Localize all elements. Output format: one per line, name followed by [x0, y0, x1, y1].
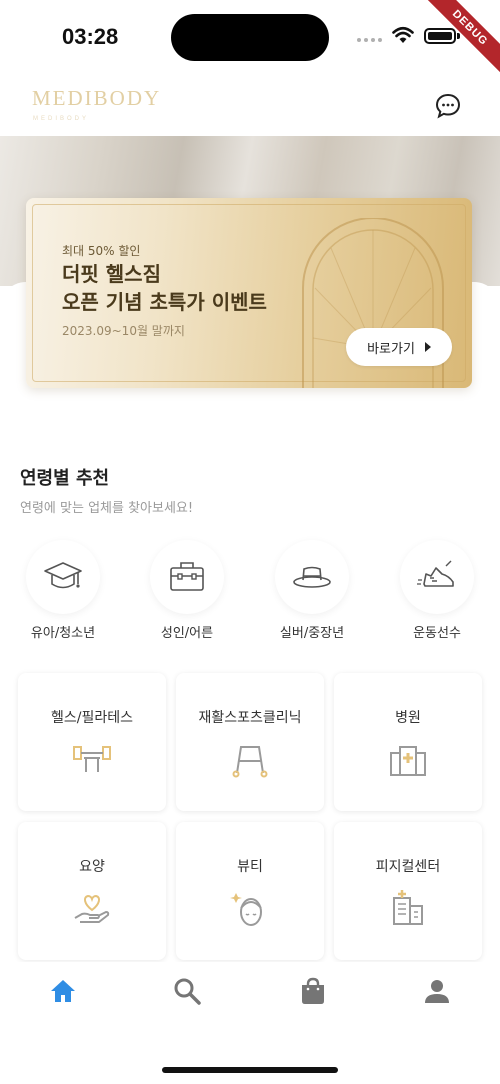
graduation-cap-icon	[44, 562, 82, 589]
service-card-rehab[interactable]: 재활스포츠클리닉	[176, 673, 324, 811]
service-card-label: 재활스포츠클리닉	[198, 710, 302, 726]
bottom-navigation	[0, 962, 500, 1024]
age-icon-circle	[400, 540, 474, 614]
promo-title: 더핏 헬스짐 오픈 기념 초특가 이벤트	[62, 260, 267, 316]
debug-label: DEBUG	[420, 0, 500, 78]
home-icon[interactable]	[48, 976, 78, 1006]
search-icon[interactable]	[172, 976, 202, 1006]
shopping-bag-icon[interactable]	[298, 976, 328, 1006]
service-card-fitness[interactable]: 헬스/필라테스	[18, 673, 166, 811]
status-bar: 03:28 DEBUG	[0, 0, 500, 78]
heart-hand-icon	[74, 894, 110, 923]
brand-logo-subtext: MEDIBODY	[33, 116, 90, 122]
promo-date: 2023.09~10월 말까지	[62, 324, 185, 338]
service-card-physical[interactable]: 피지컬센터	[334, 822, 482, 960]
age-icon-circle	[150, 540, 224, 614]
age-icon-circle	[275, 540, 349, 614]
running-shoe-icon	[417, 560, 454, 587]
cellular-signal-icon	[357, 38, 382, 42]
hat-icon	[293, 566, 331, 588]
age-item-senior[interactable]: 실버/중장년	[262, 540, 362, 641]
play-arrow-icon	[424, 342, 431, 352]
age-category-row: 유아/청소년 성인/어른 실버/중장년 운동선수	[0, 540, 500, 641]
promo-title-line2: 오픈 기념 초특가 이벤트	[62, 290, 267, 314]
dynamic-island	[171, 14, 329, 61]
age-icon-circle	[26, 540, 100, 614]
section-subtitle: 연령에 맞는 업체를 찾아보세요!	[20, 501, 194, 516]
age-item-label: 운동선수	[413, 626, 461, 641]
face-towel-icon	[230, 893, 262, 926]
home-indicator[interactable]	[162, 1067, 338, 1073]
app-header: MEDIBODY MEDIBODY	[0, 78, 500, 134]
service-card-beauty[interactable]: 뷰티	[176, 822, 324, 960]
briefcase-icon	[170, 562, 204, 591]
chat-icon[interactable]	[434, 92, 462, 120]
age-item-youth[interactable]: 유아/청소년	[13, 540, 113, 641]
age-item-athlete[interactable]: 운동선수	[387, 540, 487, 641]
service-card-label: 피지컬센터	[375, 859, 441, 875]
age-item-label: 유아/청소년	[30, 626, 96, 641]
service-card-label: 뷰티	[237, 859, 263, 875]
promo-title-line1: 더핏 헬스짐	[62, 262, 161, 286]
building-icon	[393, 890, 423, 925]
dumbbell-bench-icon	[73, 746, 111, 772]
promo-eyebrow: 최대 50% 할인	[62, 244, 141, 258]
age-item-adult[interactable]: 성인/어른	[137, 540, 237, 641]
brand-logo[interactable]: MEDIBODY	[32, 86, 161, 111]
service-card-label: 병원	[395, 710, 421, 726]
promo-go-button-label: 바로가기	[367, 341, 415, 357]
promo-banner[interactable]: 최대 50% 할인 더핏 헬스짐 오픈 기념 초특가 이벤트 2023.09~1…	[26, 198, 472, 388]
status-time: 03:28	[62, 24, 119, 49]
service-card-hospital[interactable]: 병원	[334, 673, 482, 811]
age-item-label: 성인/어른	[160, 626, 214, 641]
hospital-icon	[390, 746, 426, 776]
person-icon[interactable]	[422, 976, 452, 1006]
service-card-label: 헬스/필라테스	[51, 710, 133, 726]
promo-go-button[interactable]: 바로가기	[346, 328, 452, 366]
service-card-label: 요양	[79, 859, 105, 875]
service-card-care[interactable]: 요양	[18, 822, 166, 960]
age-item-label: 실버/중장년	[279, 626, 345, 641]
walker-icon	[232, 746, 268, 778]
section-title: 연령별 추천	[20, 468, 110, 489]
debug-ribbon: DEBUG	[410, 0, 500, 90]
